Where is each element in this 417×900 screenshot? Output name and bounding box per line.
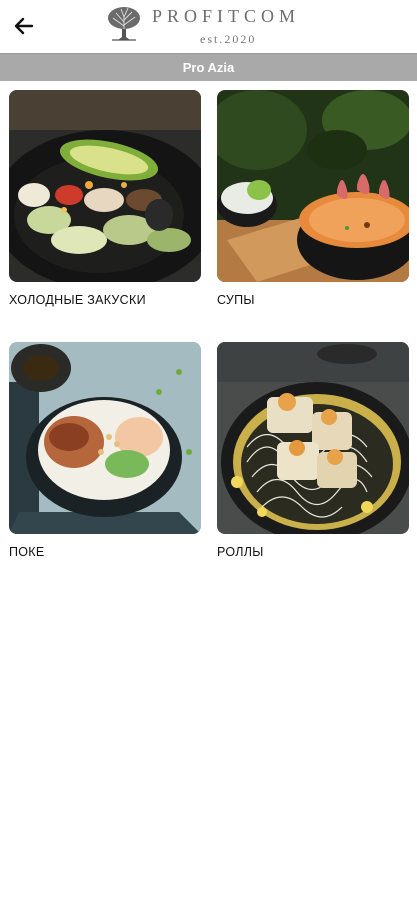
rolls-plate-photo — [217, 342, 409, 534]
arrow-left-icon — [14, 17, 34, 35]
poke-bowl-photo — [9, 342, 201, 534]
salad-dish-photo — [9, 90, 201, 282]
category-label: СУПЫ — [217, 293, 255, 307]
back-button[interactable] — [10, 12, 38, 40]
category-card-cold-appetizers[interactable]: ХОЛОДНЫЕ ЗАКУСКИ — [9, 90, 201, 307]
category-label: ПОКЕ — [9, 545, 45, 559]
restaurant-title-bar: Pro Azia — [0, 53, 417, 81]
brand-tagline: est.2020 — [200, 32, 257, 46]
brand-name: PROFITCOM — [152, 6, 301, 26]
category-card-soups[interactable]: СУПЫ — [217, 90, 409, 307]
category-label: ХОЛОДНЫЕ ЗАКУСКИ — [9, 293, 146, 307]
app-header: PROFITCOM est.2020 — [0, 0, 417, 52]
category-card-poke[interactable]: ПОКЕ — [9, 342, 201, 559]
category-label: РОЛЛЫ — [217, 545, 264, 559]
category-card-rolls[interactable]: РОЛЛЫ — [217, 342, 409, 559]
brand-logo: PROFITCOM est.2020 — [104, 4, 318, 48]
restaurant-title: Pro Azia — [182, 60, 235, 75]
tree-icon — [108, 7, 140, 41]
soup-bowl-photo — [217, 90, 409, 282]
